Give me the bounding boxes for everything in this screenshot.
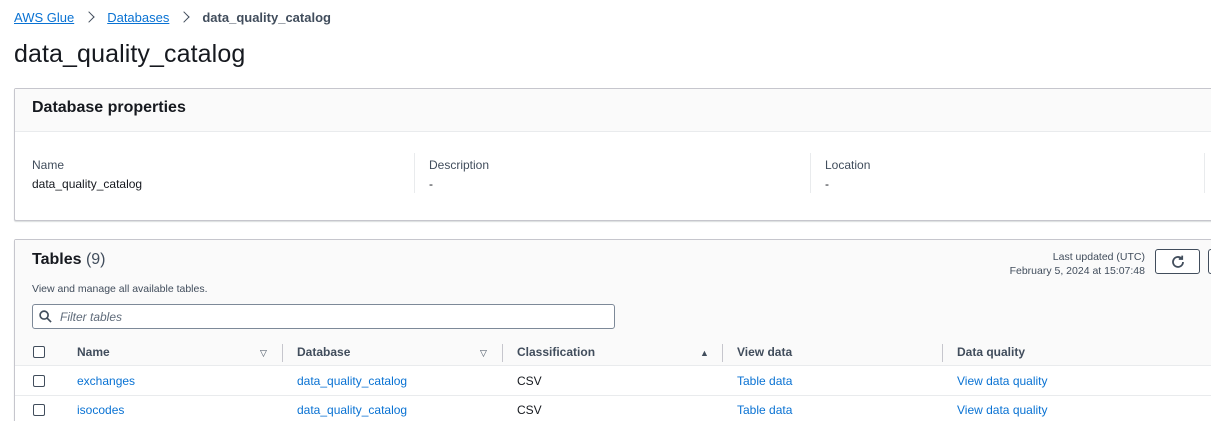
- row-checkbox[interactable]: [33, 404, 45, 416]
- table-row: exchanges data_quality_catalog CSV Table…: [15, 367, 1211, 396]
- sort-descending-icon[interactable]: ▽: [260, 348, 267, 359]
- chevron-right-icon: [178, 11, 191, 23]
- column-divider[interactable]: [502, 344, 503, 362]
- search-icon: [39, 310, 52, 323]
- column-divider[interactable]: [942, 344, 943, 362]
- refresh-icon: [1171, 255, 1184, 268]
- database-link[interactable]: data_quality_catalog: [297, 374, 407, 388]
- database-properties-heading: Database properties: [32, 99, 186, 116]
- property-name: Name data_quality_catalog: [15, 153, 414, 193]
- column-divider[interactable]: [282, 344, 283, 362]
- table-name-link[interactable]: isocodes: [77, 403, 124, 417]
- column-header-classification[interactable]: Classification: [517, 338, 595, 365]
- properties-grid: Name data_quality_catalog Description - …: [15, 153, 1211, 193]
- sort-descending-icon[interactable]: ▽: [480, 348, 487, 359]
- table-row: isocodes data_quality_catalog CSV Table …: [15, 396, 1211, 421]
- column-divider[interactable]: [722, 344, 723, 362]
- property-column-overflow: [1204, 153, 1211, 193]
- column-header-database[interactable]: Database: [297, 338, 350, 365]
- classification-value: CSV: [517, 374, 542, 388]
- row-checkbox-cell: [33, 396, 45, 421]
- tables-panel: Tables (9) View and manage all available…: [14, 239, 1211, 421]
- property-label: Name: [32, 158, 65, 172]
- refresh-button[interactable]: [1155, 249, 1200, 274]
- select-all-checkbox-cell: [33, 338, 45, 365]
- property-description: Description -: [414, 153, 810, 193]
- property-label: Description: [429, 158, 490, 172]
- row-checkbox-cell: [33, 367, 45, 395]
- property-location: Location -: [810, 153, 1204, 193]
- last-updated: Last updated (UTC) February 5, 2024 at 1…: [963, 250, 1145, 278]
- tables-count: (9): [85, 251, 106, 268]
- database-properties-panel: Database properties Name data_quality_ca…: [14, 88, 1211, 221]
- database-properties-header: Database properties: [15, 89, 1211, 132]
- property-value: -: [429, 177, 433, 191]
- column-header-name[interactable]: Name: [77, 338, 110, 365]
- tables-header: Tables (9) View and manage all available…: [15, 240, 1211, 338]
- row-checkbox[interactable]: [33, 375, 45, 387]
- column-header-data-quality: Data quality: [957, 344, 1026, 359]
- filter-tables-input[interactable]: [60, 309, 580, 324]
- breadcrumb-link-aws-glue[interactable]: AWS Glue: [14, 10, 74, 25]
- filter-tables-field[interactable]: [32, 304, 615, 329]
- property-value: -: [825, 177, 829, 191]
- page-title: data_quality_catalog: [14, 40, 246, 68]
- table-name-link[interactable]: exchanges: [77, 374, 135, 388]
- breadcrumb-link-databases[interactable]: Databases: [107, 10, 169, 25]
- last-updated-label: Last updated (UTC): [1052, 251, 1145, 263]
- breadcrumb: AWS Glue Databases data_quality_catalog: [14, 9, 331, 25]
- select-all-checkbox[interactable]: [33, 345, 45, 358]
- table-header-row: Name ▽ Database ▽ Classification ▲ View …: [15, 338, 1211, 366]
- classification-value: CSV: [517, 403, 542, 417]
- tables-heading: Tables (9): [32, 251, 106, 269]
- database-link[interactable]: data_quality_catalog: [297, 403, 407, 417]
- view-data-quality-link[interactable]: View data quality: [957, 374, 1048, 388]
- tables-description: View and manage all available tables.: [32, 283, 208, 295]
- sort-ascending-icon[interactable]: ▲: [700, 348, 709, 358]
- table-data-link[interactable]: Table data: [737, 374, 792, 388]
- view-data-quality-link[interactable]: View data quality: [957, 403, 1048, 417]
- table-data-link[interactable]: Table data: [737, 403, 792, 417]
- column-header-view-data: View data: [737, 344, 793, 359]
- last-updated-value: February 5, 2024 at 15:07:48: [1009, 265, 1145, 277]
- breadcrumb-current: data_quality_catalog: [202, 9, 331, 25]
- chevron-right-icon: [83, 11, 95, 23]
- tables-title: Tables: [32, 251, 82, 268]
- property-value: data_quality_catalog: [32, 177, 143, 191]
- property-label: Location: [825, 158, 871, 172]
